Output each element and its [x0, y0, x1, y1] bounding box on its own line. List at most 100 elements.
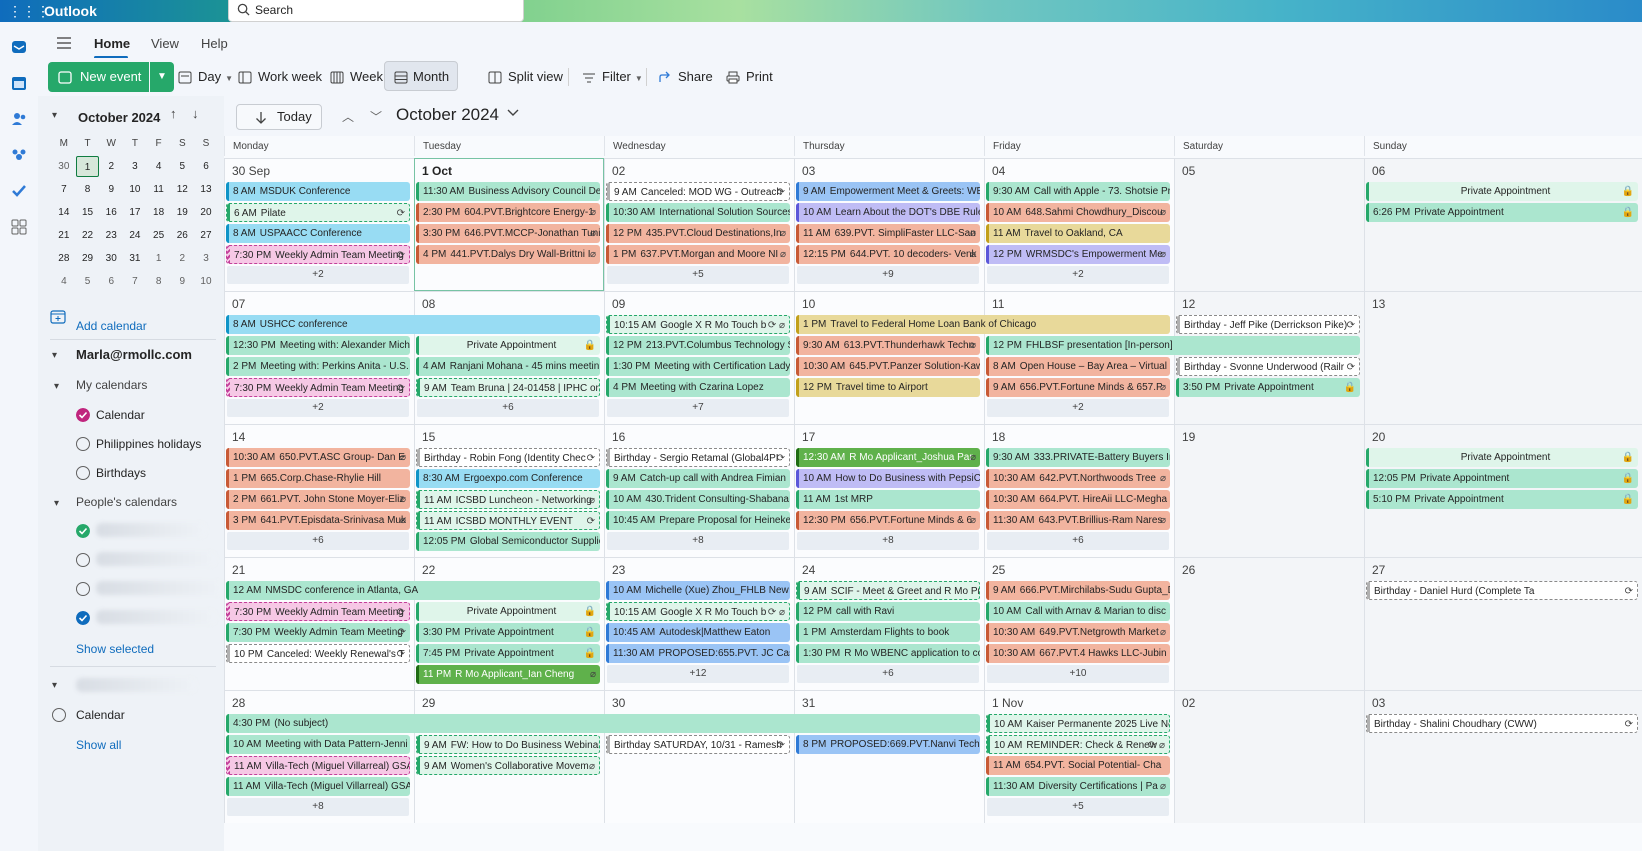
calendar-event[interactable]: Private Appointment 🔒: [416, 336, 600, 355]
calendar-unchecked-icon[interactable]: [76, 553, 90, 567]
mini-calendar-day[interactable]: 18: [147, 201, 171, 224]
more-events-button[interactable]: +8: [607, 532, 789, 550]
people-icon[interactable]: [10, 110, 28, 128]
calendar-event[interactable]: Birthday - Daniel Hurd (Complete Ta ⟳: [1366, 581, 1638, 600]
calendar-event[interactable]: 10 AM REMINDER: Check & Renew ⟳ ⌀: [986, 735, 1170, 754]
calendar-event[interactable]: 2 PM 661.PVT. John Stone Moyer-Eliz ⌀: [226, 490, 410, 509]
mini-calendar-day[interactable]: 20: [194, 201, 218, 224]
calendar-event[interactable]: 8 AM USPAACC Conference: [226, 224, 410, 243]
mini-calendar-day[interactable]: 9: [170, 270, 194, 293]
collapse-chevron-icon[interactable]: ▾: [54, 381, 59, 392]
search-input[interactable]: Search: [228, 0, 524, 22]
day-cell[interactable]: 02: [1174, 690, 1364, 823]
calendar-event[interactable]: 9 AM Team Bruna | 24-01458 | IPHC on G: [416, 378, 600, 397]
calendar-event[interactable]: 11 PM R Mo Applicant_Ian Cheng ⌀: [416, 665, 600, 684]
share-button[interactable]: Share: [656, 62, 713, 92]
calendar-event[interactable]: 10 PM Canceled: Weekly Renewal's T ⟳: [226, 644, 410, 663]
calendar-event[interactable]: 12:05 PM Global Semiconductor Supplie: [416, 532, 600, 551]
mini-calendar-day[interactable]: 2: [170, 247, 194, 270]
calendar-event[interactable]: 11 AM 654.PVT. Social Potential- Cha: [986, 756, 1170, 775]
calendar-event[interactable]: Private Appointment 🔒: [416, 602, 600, 621]
mini-calendar-day[interactable]: 14: [52, 201, 76, 224]
calendar-event[interactable]: 10:15 AM Google X R Mo Touch b ⟳ ⌀: [606, 315, 790, 334]
collapse-chevron-icon[interactable]: ▾: [52, 350, 57, 361]
calendar-event[interactable]: 11:30 AMPROPOSED:655.PVT. JC Casew: [606, 644, 790, 663]
mini-calendar-day[interactable]: 27: [194, 224, 218, 247]
more-events-button[interactable]: +2: [987, 399, 1169, 417]
calendar-event[interactable]: 9 AM SCIF - Meet & Greet and R Mo Pre: [796, 581, 980, 600]
calendar-event[interactable]: 12:05 PM Private Appointment 🔒: [1366, 469, 1638, 488]
calendar-event[interactable]: 3:50 PM Private Appointment 🔒: [1176, 378, 1360, 397]
more-events-button[interactable]: +7: [607, 399, 789, 417]
calendar-event[interactable]: 2 PM Meeting with: Perkins Anita - U.S.: [226, 357, 410, 376]
show-selected-link[interactable]: Show selected: [76, 642, 154, 656]
arrow-down-icon[interactable]: ↓: [192, 106, 199, 121]
tab-home[interactable]: Home: [94, 36, 130, 51]
tab-view[interactable]: View: [151, 36, 179, 51]
more-events-button[interactable]: +8: [797, 532, 979, 550]
more-events-button[interactable]: +6: [227, 532, 409, 550]
mini-calendar-day[interactable]: 17: [123, 201, 147, 224]
mini-calendar-day[interactable]: 19: [170, 201, 194, 224]
calendar-unchecked-icon[interactable]: [76, 437, 90, 451]
calendar-unchecked-icon[interactable]: [52, 708, 66, 722]
mini-calendar-day[interactable]: 3: [194, 247, 218, 270]
calendar-event[interactable]: 10 AM Michelle (Xue) Zhou_FHLB New Y: [606, 581, 790, 600]
calendar-unchecked-icon[interactable]: [76, 582, 90, 596]
calendar-event[interactable]: 10 AM How to Do Business with PepsiCo: [796, 469, 980, 488]
calendar-icon[interactable]: [10, 74, 28, 92]
mini-calendar-day[interactable]: 4: [147, 155, 171, 178]
calendar-event[interactable]: 11 AM Travel to Oakland, CA: [986, 224, 1170, 243]
mini-calendar-title[interactable]: October 2024: [78, 110, 160, 125]
mini-calendar-day[interactable]: 7: [52, 178, 76, 201]
mini-calendar-day[interactable]: 8: [76, 178, 100, 201]
mini-calendar-day[interactable]: 7: [123, 270, 147, 293]
calendar-item-philippines-holidays[interactable]: Philippines holidays: [96, 437, 201, 451]
day-cell[interactable]: 30: [604, 690, 794, 823]
mini-calendar-day[interactable]: 30: [52, 155, 76, 178]
calendar-event[interactable]: Birthday - Sergio Retamal (Global4PI ⟳: [606, 448, 790, 467]
mini-calendar-day[interactable]: 31: [123, 247, 147, 270]
collapse-chevron-icon[interactable]: ▾: [52, 680, 57, 691]
mini-calendar-day[interactable]: 5: [170, 155, 194, 178]
app-brand[interactable]: Outlook: [44, 2, 97, 20]
mini-calendar-day[interactable]: 3: [123, 155, 147, 178]
calendar-event[interactable]: 8 PM PROPOSED:669.PVT.Nanvi Techno: [796, 735, 980, 754]
calendar-event[interactable]: 9 AM 666.PVT.Mirchilabs-Sudu Gupta_D: [986, 581, 1170, 600]
day-cell[interactable]: 31: [794, 690, 984, 823]
calendar-event[interactable]: 12 AM NMSDC conference in Atlanta, GA: [226, 581, 600, 600]
day-cell[interactable]: 13: [1364, 291, 1642, 424]
calendar-event[interactable]: 10:30 AM International Solution Sources: [606, 203, 790, 222]
calendar-event[interactable]: 9:30 AM Call with Apple - 73. Shotsie Pr: [986, 182, 1170, 201]
calendar-event[interactable]: 3:30 PM 646.PVT.MCCP-Jonathan Tunis_ ⌀: [416, 224, 600, 243]
calendar-event[interactable]: 10 AM 648.Sahmi Chowdhury_Discou ⌀: [986, 203, 1170, 222]
calendar-event[interactable]: 11 AM Villa-Tech (Miguel Villarreal) GSA: [226, 756, 410, 775]
calendar-title[interactable]: October 2024: [396, 105, 499, 125]
calendar-event[interactable]: 11 AM 639.PVT. SimpliFaster LLC-San ⌀: [796, 224, 980, 243]
mini-calendar-day[interactable]: 15: [76, 201, 100, 224]
more-events-button[interactable]: +8: [227, 798, 409, 816]
split-view-button[interactable]: Split view: [486, 62, 563, 92]
calendar-event[interactable]: 12 PM WRMSDC's Empowerment Me ⌀: [986, 245, 1170, 264]
day-cell[interactable]: 27: [1364, 557, 1642, 690]
mini-calendar-day[interactable]: 11: [147, 178, 171, 201]
calendar-event[interactable]: 1 PM 637.PVT.Morgan and Moore NI ⌀: [606, 245, 790, 264]
calendar-event[interactable]: 9:30 AM 613.PVT.Thunderhawk Techn ⌀: [796, 336, 980, 355]
peoples-calendars-group[interactable]: People's calendars: [76, 495, 177, 509]
calendar-event[interactable]: 9 AM Canceled: MOD WG - Outreach ⟳: [606, 182, 790, 201]
mini-calendar-day[interactable]: 8: [147, 270, 171, 293]
calendar-event[interactable]: 10 AM Call with Arnav & Marian to disc: [986, 602, 1170, 621]
show-all-link[interactable]: Show all: [76, 738, 121, 752]
day-view-button[interactable]: Day ▼: [176, 62, 233, 92]
more-events-button[interactable]: +2: [987, 266, 1169, 284]
calendar-event[interactable]: 12 PM 213.PVT.Columbus Technology Sc: [606, 336, 790, 355]
calendar-event[interactable]: Birthday - Jeff Pike (Derrickson Pike) ⟳: [1176, 315, 1360, 334]
mini-calendar-day[interactable]: 10: [194, 270, 218, 293]
calendar-checked-icon[interactable]: [76, 524, 90, 538]
todo-icon[interactable]: [10, 182, 28, 200]
mini-calendar-day[interactable]: 12: [170, 178, 194, 201]
calendar-event[interactable]: Birthday SATURDAY, 10/31 - Ramesh ⟳: [606, 735, 790, 754]
calendar-event[interactable]: 10 AM Learn About the DOT's DBE Rule: [796, 203, 980, 222]
mini-calendar-day[interactable]: 24: [123, 224, 147, 247]
print-button[interactable]: Print: [724, 62, 773, 92]
